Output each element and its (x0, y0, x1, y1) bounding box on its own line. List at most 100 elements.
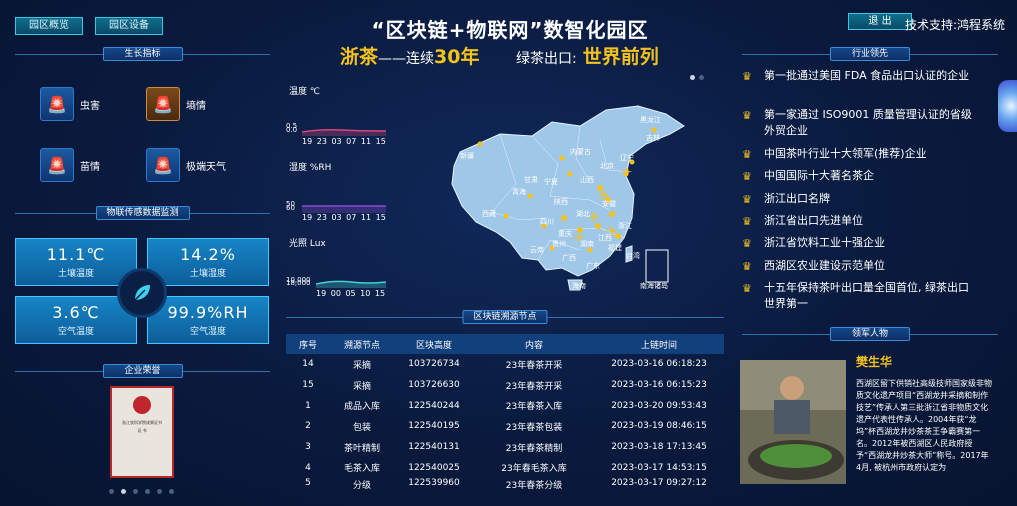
crown-icon: ♛ (742, 170, 752, 183)
honor-title: 企业荣誉 (102, 364, 183, 378)
china-map[interactable]: ✈ ✈ ✈ ✈ ✈ 黑龙江 吉林 辽宁 内蒙古 北京 山西 新疆 甘肃 青海 宁… (440, 100, 690, 300)
province-label: 吉林 (646, 133, 660, 142)
carousel-dot[interactable] (690, 75, 695, 80)
province-label: 江西 (598, 234, 612, 242)
svg-text:✈: ✈ (622, 165, 632, 179)
cell-time: 2023-03-16 06:15:23 (611, 380, 707, 391)
industry-item: ♛ 中国茶叶行业十大领军(推荐)企业 (742, 147, 927, 161)
carousel-dot[interactable] (121, 489, 126, 494)
province-label: 四川 (540, 218, 554, 226)
growth-weather[interactable]: 🚨 极端天气 (146, 148, 246, 184)
tab-park-overview[interactable]: 园区概览 (15, 17, 83, 35)
leader-name: 樊生华 (856, 355, 893, 369)
cell-seq: 3 (305, 442, 311, 453)
carousel-dot[interactable] (157, 489, 162, 494)
growth-header: 生长指标 (15, 47, 270, 61)
cell-node: 分级 (352, 481, 371, 491)
slogan-years: 30年 (434, 46, 480, 68)
carousel-dot[interactable] (145, 489, 150, 494)
cell-node: 包装 (352, 422, 371, 433)
tab-park-devices[interactable]: 园区设备 (95, 17, 163, 35)
table-row[interactable]: 3 茶叶精制 122540131 23年春茶精制 2023-03-18 17:1… (286, 437, 724, 458)
slogan-export: 绿茶出口: (516, 51, 577, 67)
growth-seedling[interactable]: 🚨 苗情 (40, 148, 140, 184)
cell-height: 122540195 (408, 421, 460, 432)
sensor-title: 物联传感数据监测 (95, 206, 190, 220)
exit-button[interactable]: 退 出 (848, 13, 912, 30)
table-row[interactable]: 2 包装 122540195 23年春茶包装 2023-03-19 08:46:… (286, 416, 724, 437)
cell-content: 23年春茶入库 (505, 402, 563, 413)
province-label: 海南 (572, 281, 586, 290)
industry-header: 行业领先 (742, 47, 998, 61)
table-row[interactable]: 1 成品入库 122540244 23年春茶入库 2023-03-20 09:5… (286, 395, 724, 416)
industry-title: 行业领先 (830, 47, 910, 61)
slogan-left: 浙茶——连续30年 (340, 42, 479, 69)
crown-icon: ♛ (742, 70, 752, 83)
cell-time: 2023-03-17 14:53:15 (611, 462, 707, 473)
leader-bio: 西湖区留下供销社高级技师国家级非物质文化遗产项目“西湖龙井采摘和制作技艺”传承人… (856, 379, 992, 472)
assistant-robot-icon[interactable] (998, 80, 1017, 132)
crown-icon: ♛ (742, 282, 752, 295)
crown-icon: ♛ (742, 148, 752, 161)
industry-item: ♛ 第一家通过 ISO9001 质量管理认证的省级外贸企业 (742, 108, 972, 137)
siren-icon: 🚨 (146, 148, 180, 182)
cell-content: 23年春毛茶入库 (501, 464, 567, 475)
tile-value: 14.2% (180, 245, 236, 264)
table-row[interactable]: 14 采摘 103726734 23年春茶开采 2023-03-16 06:18… (286, 354, 724, 375)
cell-height: 103726734 (408, 359, 460, 370)
slogan-right: 绿茶出口: 世界前列 (516, 42, 659, 69)
slogan-mid: ——连续 (378, 51, 435, 67)
trace-title: 区块链溯源节点 (462, 310, 548, 324)
light-chart-title: 光照 Lux (289, 239, 326, 249)
province-label: 陕西 (554, 197, 568, 206)
province-label: 北京 (600, 161, 614, 170)
temp-sparkline (302, 129, 386, 136)
province-label: 辽宁 (620, 153, 634, 162)
industry-item: ♛ 浙江省出口先进单位 (742, 214, 863, 228)
siren-icon: 🚨 (40, 148, 74, 182)
cell-height: 122540244 (408, 400, 460, 411)
leaf-icon (117, 268, 167, 318)
cell-node: 采摘 (352, 381, 371, 392)
table-header: 序号 溯源节点 区块高度 内容 上链时间 (286, 334, 724, 354)
air-humidity-tile: 99.9%RH 空气湿度 (147, 296, 269, 344)
honor-certificate[interactable]: 浙江农科学院成果证书 证 书 (110, 386, 174, 478)
temp-chart-title: 温度 ℃ (289, 87, 320, 97)
province-label: 湖南 (580, 239, 594, 248)
col-header: 溯源节点 (343, 340, 380, 351)
table-row[interactable]: 5 分级 122539960 23年春茶分级 2023-03-17 09:27:… (286, 478, 724, 490)
province-label: 黑龙江 (640, 115, 661, 124)
emblem-icon (133, 396, 151, 414)
tile-label: 土壤湿度 (189, 269, 226, 279)
cell-seq: 4 (305, 462, 311, 473)
tile-label: 土壤温度 (57, 269, 94, 279)
carousel-dot[interactable] (169, 489, 174, 494)
leader-header: 领军人物 (742, 327, 998, 341)
carousel-dot[interactable] (133, 489, 138, 494)
industry-item: ♛ 中国国际十大著名茶企 (742, 169, 874, 183)
cell-time: 2023-03-16 06:18:23 (611, 359, 707, 370)
col-header: 序号 (298, 340, 317, 351)
growth-moisture[interactable]: 🚨 墒情 (146, 87, 246, 123)
growth-pest[interactable]: 🚨 虫害 (40, 87, 140, 123)
humidity-chart-title: 湿度 %RH (289, 163, 332, 173)
industry-item: ♛ 西湖区农业建设示范单位 (742, 259, 885, 273)
cell-seq: 2 (305, 421, 311, 432)
growth-label: 墒情 (186, 101, 206, 112)
tech-support: 技术支持:鸿程系统 (905, 18, 1006, 32)
province-label: 广西 (562, 253, 576, 262)
industry-item: ♛ 浙江出口名牌 (742, 192, 830, 206)
carousel-dot[interactable] (699, 75, 704, 80)
industry-item: ♛ 浙江省饮料工业十强企业 (742, 236, 885, 250)
table-row[interactable]: 4 毛茶入库 122540025 23年春毛茶入库 2023-03-17 14:… (286, 457, 724, 478)
cell-height: 103726630 (408, 380, 460, 391)
soil-temp-tile: 11.1℃ 土壤温度 (15, 238, 137, 286)
table-row[interactable]: 15 采摘 103726630 23年春茶开采 2023-03-16 06:15… (286, 375, 724, 396)
growth-title: 生长指标 (102, 47, 183, 61)
carousel-dot[interactable] (109, 489, 114, 494)
crown-icon: ♛ (742, 193, 752, 206)
light-ymax: 18,000 (286, 279, 311, 287)
cell-height: 122540131 (408, 442, 460, 453)
growth-label: 虫害 (80, 101, 100, 112)
industry-item: ♛ 第一批通过美国 FDA 食品出口认证的企业 (742, 69, 970, 83)
